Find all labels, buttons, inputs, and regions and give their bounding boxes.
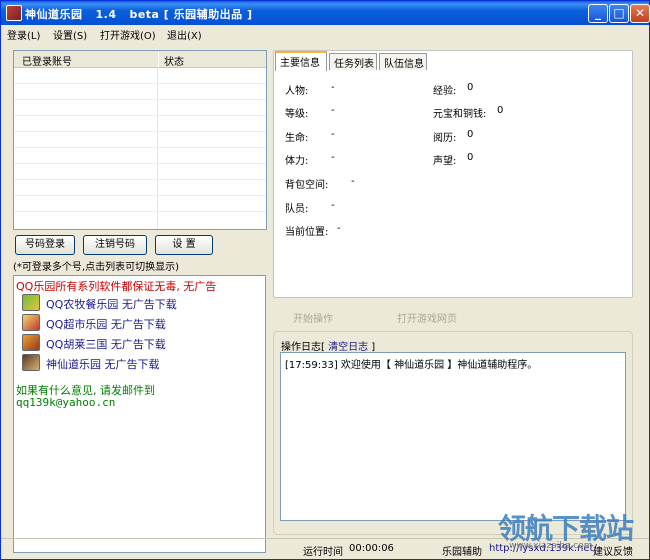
title-bar[interactable]: 神仙道乐园 1.4 beta [ 乐园辅助出品 ] _ □ ✕: [1, 1, 650, 25]
location-value: -: [337, 223, 341, 234]
hp-value: -: [331, 129, 335, 140]
tab-main-info[interactable]: 主要信息: [275, 51, 327, 71]
app-icon: [6, 5, 22, 21]
farm-game-icon: [22, 294, 40, 311]
tab-task-list[interactable]: 任务列表: [329, 53, 377, 70]
fame-label: 声望:: [433, 156, 457, 167]
person-label: 人物:: [285, 86, 309, 97]
login-account-button[interactable]: 号码登录: [15, 235, 75, 255]
location-label: 当前位置:: [285, 227, 329, 238]
start-action-button[interactable]: 开始操作: [293, 310, 333, 325]
account-list-header: 已登录账号 状态: [14, 51, 266, 68]
experience-label: 阅历:: [433, 133, 457, 144]
runtime-value: 00:00:06: [349, 543, 394, 554]
row-divider: [14, 211, 266, 212]
stamina-label: 体力:: [285, 156, 309, 167]
column-divider: [157, 51, 158, 229]
stamina-value: -: [331, 152, 335, 163]
menu-settings[interactable]: 设置(S): [53, 27, 87, 42]
login-hint: (*可登录多个号,点击列表可切换显示): [13, 262, 179, 273]
column-account[interactable]: 已登录账号: [22, 53, 72, 68]
maximize-button[interactable]: □: [609, 4, 629, 23]
row-divider: [14, 147, 266, 148]
menu-exit[interactable]: 退出(X): [167, 27, 202, 42]
menu-open-game[interactable]: 打开游戏(O): [100, 27, 156, 42]
fame-value: 0: [467, 152, 474, 163]
level-value: -: [331, 105, 335, 116]
settings-button[interactable]: 设 置: [155, 235, 213, 255]
open-game-page-button[interactable]: 打开游戏网页: [397, 310, 457, 325]
row-divider: [14, 179, 266, 180]
promo-panel: QQ乐园所有系列软件都保证无毒, 无广告 QQ农牧餐乐园 无广告下载 QQ超市乐…: [13, 275, 266, 553]
bag-label: 背包空间:: [285, 180, 329, 191]
close-button[interactable]: ✕: [630, 4, 650, 23]
row-divider: [14, 163, 266, 164]
watermark-url: www.xiazaiba.com: [509, 541, 593, 551]
account-list[interactable]: 已登录账号 状态: [13, 50, 267, 230]
runtime-label: 运行时间: [303, 547, 343, 558]
team-value: -: [331, 200, 335, 211]
person-value: -: [331, 82, 335, 93]
exp-label: 经验:: [433, 86, 457, 97]
brand-label: 乐园辅助: [442, 547, 482, 558]
row-divider: [14, 115, 266, 116]
minimize-button[interactable]: _: [588, 4, 608, 23]
hp-label: 生命:: [285, 133, 309, 144]
row-divider: [14, 195, 266, 196]
promo-link-farm[interactable]: QQ农牧餐乐园 无广告下载: [46, 296, 177, 312]
row-divider: [14, 83, 266, 84]
column-status[interactable]: 状态: [164, 53, 184, 68]
row-divider: [14, 99, 266, 100]
promo-headline: QQ乐园所有系列软件都保证无毒, 无广告: [16, 280, 217, 293]
immortal-game-icon: [22, 354, 40, 371]
experience-value: 0: [467, 129, 474, 140]
promo-link-three-kingdoms[interactable]: QQ胡莱三国 无广告下载: [46, 336, 166, 352]
level-label: 等级:: [285, 109, 309, 120]
promo-link-immortal[interactable]: 神仙道乐园 无广告下载: [46, 356, 160, 372]
menu-bar: 登录(L) 设置(S) 打开游戏(O) 退出(X): [1, 25, 649, 43]
three-kingdoms-game-icon: [22, 334, 40, 351]
row-divider: [14, 131, 266, 132]
money-label: 元宝和铜钱:: [433, 109, 487, 120]
window-title: 神仙道乐园 1.4 beta [ 乐园辅助出品 ]: [25, 8, 253, 21]
supermarket-game-icon: [22, 314, 40, 331]
logout-account-button[interactable]: 注销号码: [83, 235, 147, 255]
exp-value: 0: [467, 82, 474, 93]
tab-team-info[interactable]: 队伍信息: [379, 53, 427, 70]
money-value: 0: [497, 105, 504, 116]
team-label: 队员:: [285, 204, 309, 215]
bag-value: -: [351, 176, 355, 187]
promo-link-supermarket[interactable]: QQ超市乐园 无广告下载: [46, 316, 166, 332]
log-entry: [17:59:33] 欢迎使用【 神仙道乐园 】神仙道辅助程序。: [285, 360, 538, 371]
feedback-email[interactable]: qq139k@yahoo.cn: [16, 396, 115, 409]
log-title: 操作日志[ 清空日志 ]: [281, 338, 376, 353]
menu-login[interactable]: 登录(L): [7, 27, 40, 42]
main-window: 神仙道乐园 1.4 beta [ 乐园辅助出品 ] _ □ ✕ 登录(L) 设置…: [0, 0, 650, 560]
log-area[interactable]: [17:59:33] 欢迎使用【 神仙道乐园 】神仙道辅助程序。: [280, 352, 626, 521]
